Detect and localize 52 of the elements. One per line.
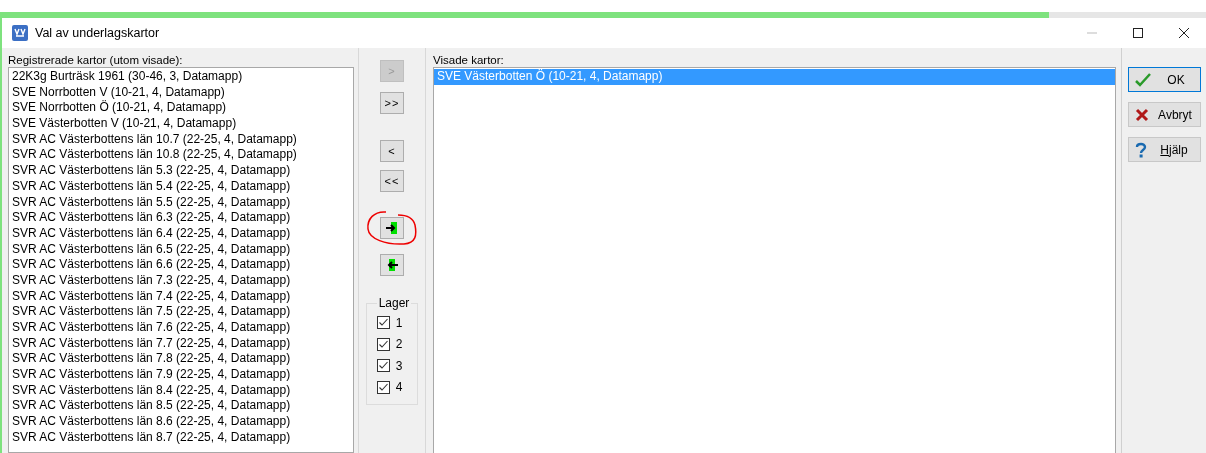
ok-button[interactable]: OK <box>1127 67 1201 92</box>
group-label: Lager <box>377 296 411 310</box>
cancel-button[interactable]: Avbryt <box>1127 102 1201 127</box>
list-item[interactable]: SVR AC Västerbottens län 8.7 (22-25, 4, Datamapp) <box>9 429 353 446</box>
help-button[interactable]: Hjälp <box>1127 137 1201 162</box>
move-button[interactable]: >> <box>380 92 404 114</box>
move-left-button[interactable] <box>380 254 404 276</box>
list-item[interactable]: SVR AC Västerbottens län 7.9 (22-25, 4, Datamapp) <box>9 367 353 383</box>
list-item[interactable]: SVE Västerbotten V (10-21, 4, Datamapp) <box>9 116 353 132</box>
app-icon <box>12 25 28 41</box>
close-icon[interactable] <box>1178 27 1190 39</box>
list-item[interactable]: SVR AC Västerbottens län 10.7 (22-25, 4, Datamapp) <box>9 131 353 148</box>
move-right-button[interactable] <box>380 217 404 239</box>
list-label: Visade kartor: <box>433 53 505 67</box>
list-item[interactable]: SVR AC Västerbottens län 7.7 (22-25, 4, Datamapp) <box>9 335 353 352</box>
list-item[interactable]: SVR AC Västerbottens län 6.5 (22-25, 4, Datamapp) <box>9 241 353 258</box>
window-title: Val av underlagskartor <box>35 26 160 40</box>
checkbox-label: 1 <box>395 315 403 330</box>
list-item[interactable]: SVR AC Västerbottens län 5.5 (22-25, 4, Datamapp) <box>9 194 353 211</box>
list-item[interactable]: SVR AC Västerbottens län 10.8 (22-25, 4, Datamapp) <box>9 147 353 164</box>
move-button[interactable]: << <box>380 170 404 192</box>
list-item[interactable]: SVR AC Västerbottens län 5.4 (22-25, 4, Datamapp) <box>9 178 353 195</box>
list-item[interactable]: SVR AC Västerbottens län 7.3 (22-25, 4, Datamapp) <box>9 272 353 289</box>
checkbox[interactable] <box>376 337 390 351</box>
list-item[interactable]: SVR AC Västerbottens län 7.6 (22-25, 4, Datamapp) <box>9 320 353 336</box>
checkbox-label: 3 <box>395 358 403 373</box>
list-item[interactable]: SVR AC Västerbottens län 7.5 (22-25, 4, Datamapp) <box>9 304 353 320</box>
checkmark-icon <box>1134 72 1151 87</box>
question-icon <box>1134 141 1147 158</box>
checkbox-label: 4 <box>395 380 403 395</box>
checkbox[interactable] <box>376 359 390 373</box>
move-button[interactable]: < <box>380 140 404 162</box>
cross-icon <box>1134 107 1149 122</box>
list-item[interactable]: SVR AC Västerbottens län 8.4 (22-25, 4, Datamapp) <box>9 382 353 399</box>
list-item[interactable]: SVR AC Västerbottens län 5.3 (22-25, 4, Datamapp) <box>9 163 353 179</box>
list-item[interactable]: SVR AC Västerbottens län 7.4 (22-25, 4, Datamapp) <box>9 288 353 305</box>
list-item[interactable]: SVR AC Västerbottens län 8.6 (22-25, 4, Datamapp) <box>9 414 353 430</box>
list-item[interactable]: SVE Norrbotten V (10-21, 4, Datamapp) <box>9 84 353 101</box>
list-label: Registrerade kartor (utom visade): <box>8 53 184 67</box>
arrow-left-icon <box>385 258 399 272</box>
list-item[interactable]: SVR AC Västerbottens län 6.4 (22-25, 4, Datamapp) <box>9 225 353 242</box>
checkbox[interactable] <box>376 316 390 330</box>
list-item[interactable]: SVE Norrbotten Ö (10-21, 4, Datamapp) <box>9 100 353 117</box>
list-item[interactable]: SVR AC Västerbottens län 8.5 (22-25, 4, Datamapp) <box>9 398 353 415</box>
checkbox-label: 2 <box>395 337 403 352</box>
list-item[interactable]: SVR AC Västerbottens län 6.3 (22-25, 4, Datamapp) <box>9 210 353 226</box>
list-item[interactable]: 22K3g Burträsk 1961 (30-46, 3, Datamapp) <box>9 69 353 85</box>
maximize-icon[interactable] <box>1132 27 1144 39</box>
checkbox[interactable] <box>376 380 390 394</box>
arrow-right-icon <box>385 221 399 235</box>
list-item[interactable]: SVR AC Västerbottens län 7.8 (22-25, 4, Datamapp) <box>9 351 353 368</box>
list-item[interactable]: SVR AC Västerbottens län 6.6 (22-25, 4, Datamapp) <box>9 257 353 273</box>
